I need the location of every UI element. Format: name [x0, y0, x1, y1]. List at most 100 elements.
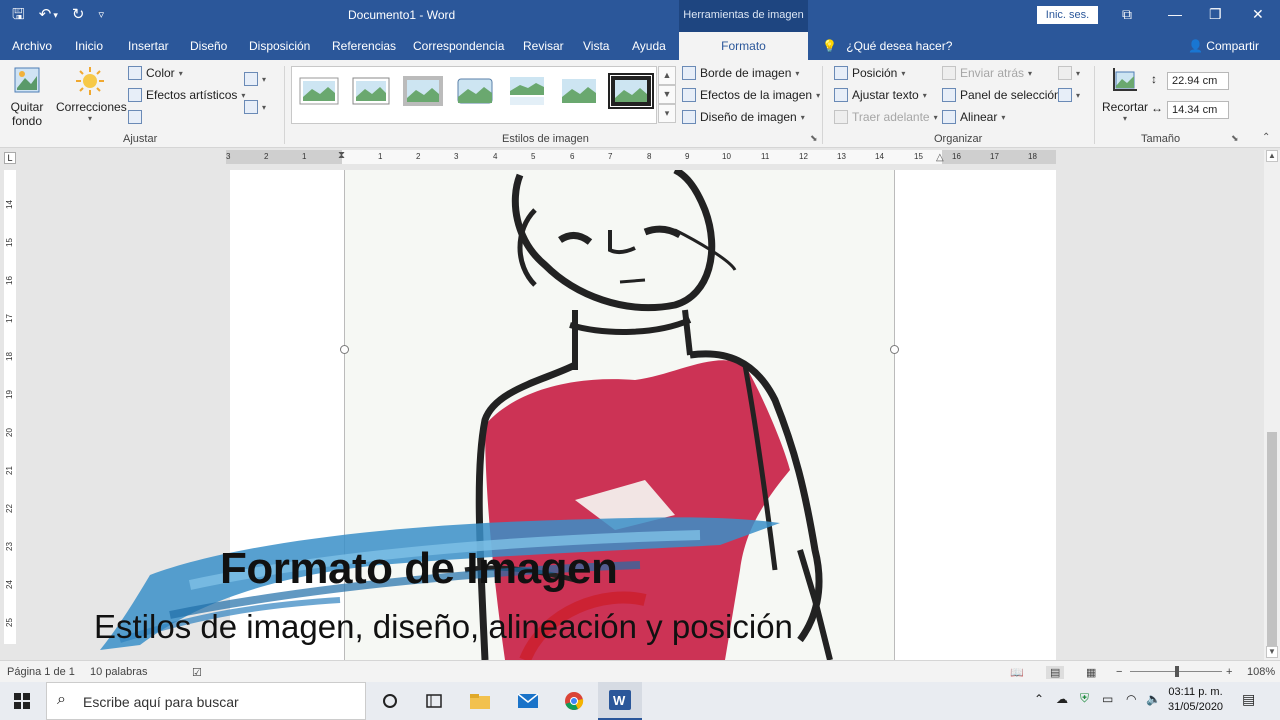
picture-style-thumb[interactable] [506, 75, 548, 107]
ruler-tick: 15 [914, 152, 923, 161]
wifi-icon[interactable]: ◠ [1126, 692, 1136, 706]
battery-icon[interactable]: ▭ [1102, 692, 1113, 706]
security-shield-icon[interactable]: ⛨ [1080, 691, 1089, 706]
tab-disposicion[interactable]: Disposición [249, 39, 310, 53]
picture-style-thumb[interactable] [350, 75, 392, 107]
restore-icon[interactable]: ❐ [1209, 6, 1222, 23]
onedrive-icon[interactable]: ☁ [1056, 692, 1068, 706]
zoom-slider-thumb[interactable] [1175, 666, 1179, 677]
tab-vista[interactable]: Vista [583, 39, 609, 53]
wrap-text-button[interactable]: Ajustar texto ▾ [834, 88, 927, 102]
show-hidden-icons-icon[interactable]: ⌃ [1034, 692, 1044, 706]
ruler-tick: 7 [608, 152, 613, 161]
tab-correspondencia[interactable]: Correspondencia [413, 39, 504, 53]
undo-icon[interactable]: ↶ [39, 6, 52, 24]
tab-formato[interactable]: Formato [679, 32, 808, 60]
undo-dropdown-icon[interactable]: ▾ [53, 6, 58, 24]
vertical-scrollbar[interactable]: ▲ ▼ [1264, 150, 1280, 660]
selection-pane-button[interactable]: Panel de selección [942, 88, 1061, 102]
page-count[interactable]: Página 1 de 1 [7, 666, 75, 678]
windows-start-icon[interactable] [0, 682, 44, 720]
volume-icon[interactable]: 🔈 [1146, 692, 1161, 706]
size-launcher-icon[interactable]: ⬊ [1231, 133, 1239, 144]
bring-forward-button[interactable]: Traer adelante ▾ [834, 110, 938, 124]
task-view-icon[interactable] [412, 682, 456, 720]
remove-background-button[interactable]: Quitar fondo [8, 66, 46, 128]
height-field[interactable]: 22.94 cm [1167, 72, 1229, 90]
reset-picture-button[interactable] [128, 110, 142, 124]
tab-revisar[interactable]: Revisar [523, 39, 564, 53]
color-button[interactable]: Color ▾ [128, 66, 183, 80]
resize-handle-right[interactable] [890, 345, 899, 354]
word-app-icon[interactable]: W [598, 682, 642, 720]
picture-layout-caret-icon: ▾ [800, 112, 805, 122]
ribbon-display-options-icon[interactable]: ⧉ [1122, 6, 1132, 23]
system-clock[interactable]: 03:11 p. m. 31/05/2020 [1168, 685, 1223, 715]
picture-border-caret-icon: ▾ [795, 68, 800, 78]
resize-handle-left[interactable] [340, 345, 349, 354]
share-button[interactable]: 👤 Compartir [1188, 39, 1259, 53]
video-title: Formato de Imagen [220, 544, 618, 593]
crop-button[interactable]: Recortar ▾ [1102, 66, 1148, 123]
scrollbar-thumb[interactable] [1267, 432, 1277, 646]
send-backward-button[interactable]: Enviar atrás ▾ [942, 66, 1032, 80]
minimize-icon[interactable]: — [1168, 6, 1182, 22]
picture-styles-launcher-icon[interactable]: ⬊ [810, 133, 818, 144]
close-icon[interactable]: ✕ [1252, 6, 1264, 23]
collapse-ribbon-icon[interactable]: ⌃ [1262, 132, 1270, 143]
compress-pictures-button[interactable]: ▾ [244, 72, 266, 86]
taskbar-search[interactable]: ⌕ Escribe aquí para buscar [46, 682, 366, 720]
picture-style-thumb[interactable] [558, 75, 600, 107]
word-count[interactable]: 10 palabras [90, 666, 148, 678]
gallery-down-icon[interactable]: ▼ [658, 85, 676, 104]
picture-effects-button[interactable]: Efectos de la imagen ▾ [682, 88, 820, 102]
picture-border-button[interactable]: Borde de imagen ▾ [682, 66, 799, 80]
group-objects-button[interactable]: ▾ [1058, 66, 1080, 80]
zoom-in-icon[interactable]: + [1226, 666, 1232, 678]
proofing-icon[interactable]: ☑ [192, 666, 202, 679]
tell-me-label: ¿Qué desea hacer? [846, 39, 953, 53]
redo-icon[interactable]: ↻ [72, 6, 85, 24]
width-field[interactable]: 14.34 cm [1167, 101, 1229, 119]
zoom-out-icon[interactable]: − [1116, 666, 1122, 678]
change-picture-button[interactable]: ▾ [244, 100, 266, 114]
first-line-indent-marker[interactable]: ⧗ [338, 150, 345, 161]
sign-in-button[interactable]: Inic. ses. [1037, 6, 1098, 24]
align-button[interactable]: Alinear ▾ [942, 110, 1005, 124]
position-button[interactable]: Posición ▾ [834, 66, 905, 80]
scroll-up-icon[interactable]: ▲ [1266, 150, 1278, 162]
picture-style-thumb-selected[interactable] [608, 73, 654, 109]
web-layout-icon[interactable]: ▦ [1086, 666, 1096, 679]
notifications-icon[interactable]: ▤ [1242, 691, 1255, 708]
customize-qat-icon[interactable]: ▿ [98, 6, 104, 24]
rotate-button[interactable]: ▾ [1058, 88, 1080, 102]
right-indent-marker[interactable]: △ [936, 152, 944, 163]
tell-me-search[interactable]: 💡 ¿Qué desea hacer? [822, 39, 952, 53]
picture-style-thumb[interactable] [454, 75, 496, 107]
corrections-button[interactable]: Correcciones ▾ [56, 66, 127, 123]
read-mode-icon[interactable]: 📖 [1010, 666, 1024, 679]
tab-ayuda[interactable]: Ayuda [632, 39, 666, 53]
picture-style-thumb[interactable] [402, 75, 444, 107]
tab-referencias[interactable]: Referencias [332, 39, 396, 53]
zoom-level[interactable]: 108% [1247, 666, 1275, 678]
picture-layout-icon [682, 110, 696, 124]
gallery-more-icon[interactable]: ▾ [658, 104, 676, 123]
artistic-effects-button[interactable]: Efectos artísticos ▾ [128, 88, 245, 102]
print-layout-icon[interactable]: ▤ [1046, 666, 1065, 679]
tab-archivo[interactable]: Archivo [12, 39, 52, 53]
tab-diseno[interactable]: Diseño [190, 39, 227, 53]
chrome-icon[interactable] [552, 682, 596, 720]
picture-layout-button[interactable]: Diseño de imagen ▾ [682, 110, 805, 124]
gallery-up-icon[interactable]: ▲ [658, 66, 676, 85]
file-explorer-icon[interactable] [458, 682, 502, 720]
mail-icon[interactable] [506, 682, 550, 720]
tab-insertar[interactable]: Insertar [128, 39, 169, 53]
cortana-icon[interactable] [368, 682, 412, 720]
tab-inicio[interactable]: Inicio [75, 39, 103, 53]
scroll-down-icon[interactable]: ▼ [1266, 646, 1278, 658]
picture-style-thumb[interactable] [298, 75, 340, 107]
picture-border-icon [682, 66, 696, 80]
tab-selector-icon[interactable]: L [4, 152, 16, 164]
save-icon[interactable]: 🖫 [12, 6, 25, 24]
